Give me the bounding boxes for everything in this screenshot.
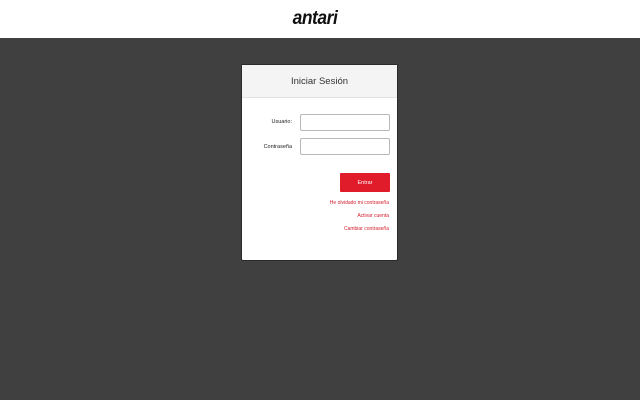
login-card-header: Iniciar Sesión [242, 65, 397, 98]
activate-account-link[interactable]: Activar cuenta [357, 213, 389, 219]
forgot-password-link[interactable]: He olvidado mi contraseña [330, 200, 389, 206]
login-title: Iniciar Sesión [290, 76, 349, 87]
password-input[interactable] [300, 138, 390, 155]
login-submit-button[interactable]: Entrar [340, 173, 390, 192]
password-label: Contraseña [263, 144, 292, 150]
top-bar: antari [0, 0, 640, 38]
antari-logo: antari [292, 8, 338, 29]
username-label: Usuario: [271, 119, 292, 125]
change-password-link[interactable]: Cambiar contraseña [344, 226, 389, 232]
username-input[interactable] [300, 114, 390, 131]
login-card: Iniciar Sesión Usuario: Contraseña Entra… [241, 64, 398, 261]
